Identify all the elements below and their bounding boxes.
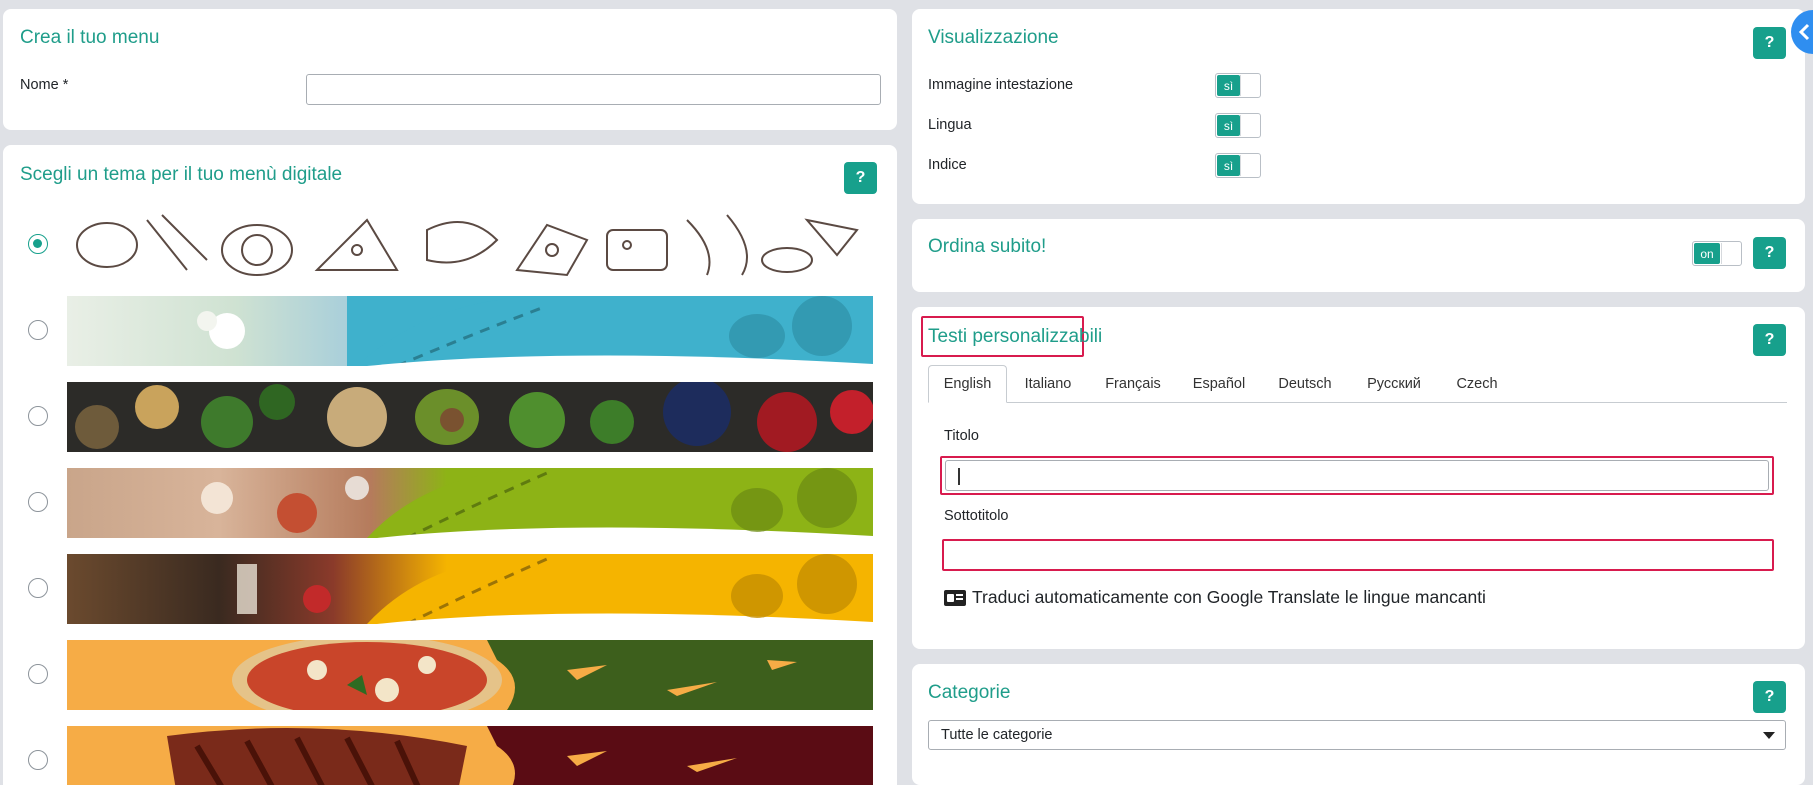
categories-select[interactable]: Tutte le categorie	[928, 720, 1786, 750]
name-label: Nome *	[20, 77, 69, 93]
order-toggle[interactable]: on	[1692, 241, 1742, 266]
title-field-label: Titolo	[944, 428, 979, 444]
translate-icon	[944, 589, 966, 606]
subtitle-field-label: Sottotitolo	[944, 508, 1009, 524]
tab-deutsch[interactable]: Deutsch	[1262, 365, 1348, 403]
language-label: Lingua	[928, 117, 972, 133]
title-input[interactable]	[945, 460, 1769, 491]
order-title: Ordina subito!	[928, 236, 1047, 257]
name-input[interactable]	[306, 74, 881, 105]
theme-radio-7[interactable]	[28, 750, 48, 770]
categories-help-button[interactable]: ?	[1753, 681, 1786, 713]
categories-title: Categorie	[928, 682, 1011, 703]
order-card: Ordina subito! on ?	[912, 219, 1805, 292]
header-image-toggle[interactable]: sì	[1215, 73, 1261, 98]
theme-banner-sketch[interactable]	[67, 210, 873, 280]
index-label: Indice	[928, 157, 967, 173]
display-title: Visualizzazione	[928, 27, 1059, 48]
theme-banner-table-green[interactable]	[67, 468, 873, 538]
theme-banner-steak[interactable]	[67, 726, 873, 785]
theme-card: Scegli un tema per il tuo menù digitale …	[3, 145, 897, 785]
theme-radio-3[interactable]	[28, 406, 48, 426]
categories-card: Categorie ? Tutte le categorie	[912, 664, 1805, 785]
sketch-food-illustration	[76, 214, 859, 277]
tab-francais[interactable]: Français	[1090, 365, 1176, 403]
theme-banner-flowers-blue[interactable]	[67, 296, 873, 366]
subtitle-input[interactable]	[942, 539, 1774, 571]
texts-title: Testi personalizzabili	[928, 326, 1103, 347]
display-help-button[interactable]: ?	[1753, 27, 1786, 59]
theme-radio-5[interactable]	[28, 578, 48, 598]
toggle-on-label: on	[1694, 243, 1720, 264]
create-menu-card: Crea il tuo menu Nome *	[3, 9, 897, 130]
text-cursor	[958, 468, 960, 485]
toggle-on-label: sì	[1217, 75, 1240, 96]
toggle-on-label: sì	[1217, 155, 1240, 176]
chevron-down-icon	[1763, 732, 1775, 739]
language-toggle[interactable]: sì	[1215, 113, 1261, 138]
theme-banner-vegetables[interactable]	[67, 382, 873, 452]
auto-translate-option[interactable]: Traduci automaticamente con Google Trans…	[944, 587, 1486, 608]
header-image-label: Immagine intestazione	[928, 77, 1074, 93]
theme-title: Scegli un tema per il tuo menù digitale	[20, 164, 343, 185]
theme-radio-6[interactable]	[28, 664, 48, 684]
theme-radio-4[interactable]	[28, 492, 48, 512]
order-help-button[interactable]: ?	[1753, 237, 1786, 269]
display-card: Visualizzazione ? Immagine intestazione …	[912, 9, 1805, 204]
texts-help-button[interactable]: ?	[1753, 324, 1786, 356]
theme-banner-pizza[interactable]	[67, 640, 873, 710]
theme-radio-1[interactable]	[28, 234, 48, 254]
toggle-on-label: sì	[1217, 115, 1240, 136]
theme-radio-2[interactable]	[28, 320, 48, 340]
theme-banner-glasses-yellow[interactable]	[67, 554, 873, 624]
theme-help-button[interactable]: ?	[844, 162, 877, 194]
tab-czech[interactable]: Czech	[1440, 365, 1514, 403]
create-menu-title: Crea il tuo menu	[20, 27, 160, 48]
tab-english[interactable]: English	[928, 365, 1007, 403]
tab-russian[interactable]: Русский	[1350, 365, 1438, 403]
chevron-left-icon	[1798, 23, 1810, 41]
tab-espanol[interactable]: Español	[1178, 365, 1260, 403]
tab-italiano[interactable]: Italiano	[1008, 365, 1088, 403]
categories-selected-value: Tutte le categorie	[941, 727, 1053, 743]
auto-translate-text: Traduci automaticamente con Google Trans…	[972, 587, 1486, 607]
index-toggle[interactable]: sì	[1215, 153, 1261, 178]
